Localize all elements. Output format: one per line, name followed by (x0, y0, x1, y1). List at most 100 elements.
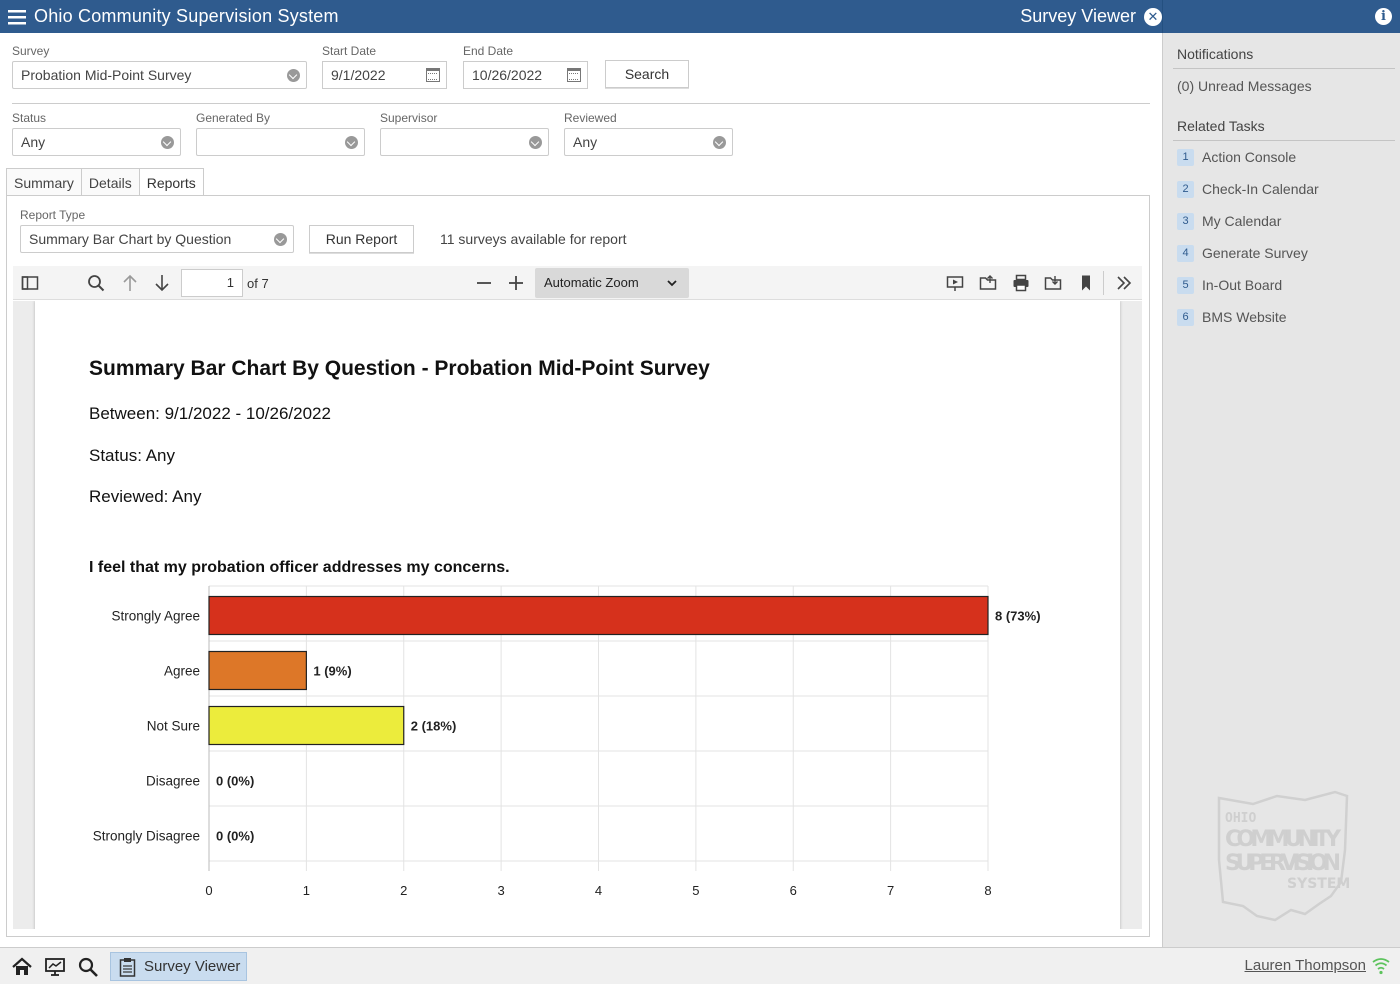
task-label: Action Console (1202, 149, 1297, 165)
x-tick-label: 2 (400, 883, 407, 896)
end-date-value: 10/26/2022 (472, 67, 543, 83)
svg-text:SYSTEM: SYSTEM (1287, 876, 1350, 892)
data-label: 0 (0%) (216, 829, 254, 844)
category-label: Not Sure (147, 719, 200, 734)
pdf-page: Summary Bar Chart By Question - Probatio… (35, 301, 1120, 929)
start-date-value: 9/1/2022 (331, 67, 386, 83)
taskbar-survey-viewer[interactable]: Survey Viewer (110, 952, 247, 981)
download-icon[interactable] (1044, 274, 1062, 292)
user-name-link[interactable]: Lauren Thompson (1245, 957, 1366, 974)
report-type-select[interactable]: Summary Bar Chart by Question (20, 225, 294, 253)
zoom-in-icon[interactable] (507, 274, 525, 292)
home-icon[interactable] (11, 956, 33, 978)
task-number: 6 (1177, 308, 1194, 326)
x-tick-label: 7 (887, 883, 894, 896)
print-icon[interactable] (1012, 274, 1030, 292)
reviewed-label: Reviewed (564, 111, 617, 125)
zoom-select[interactable]: Automatic Zoom (535, 268, 689, 298)
ohio-logo: OHIO COMMUNITY SUPERVISION SYSTEM (1217, 790, 1350, 922)
chevron-down-icon (529, 136, 542, 149)
reviewed-select-value: Any (573, 134, 598, 150)
next-page-icon[interactable] (153, 274, 171, 292)
status-select[interactable]: Any (12, 128, 181, 156)
chevron-down-icon (287, 69, 300, 82)
task-in-out-board[interactable]: 5 In-Out Board (1177, 275, 1282, 295)
generated-by-label: Generated By (196, 111, 271, 125)
task-number: 5 (1177, 276, 1194, 294)
notifications-heading: Notifications (1177, 46, 1254, 62)
data-label: 0 (0%) (216, 774, 254, 789)
zoom-out-icon[interactable] (475, 274, 493, 292)
sidebar-toggle-icon[interactable] (21, 274, 39, 292)
pdf-viewer[interactable]: Summary Bar Chart By Question - Probatio… (13, 301, 1142, 929)
title-bar: Ohio Community Supervision System Survey… (0, 0, 1400, 33)
close-view-icon[interactable]: ✕ (1144, 7, 1162, 26)
task-number: 1 (1177, 148, 1194, 166)
calendar-icon[interactable] (567, 68, 581, 82)
search-button[interactable]: Search (605, 60, 689, 88)
pdf-toolbar: 1 of 7 Automatic Zoom (13, 266, 1142, 300)
connection-signal-icon (1372, 958, 1390, 975)
available-surveys-text: 11 surveys available for report (440, 231, 627, 247)
calendar-icon[interactable] (426, 68, 440, 82)
bar (208, 705, 405, 746)
end-date-input[interactable]: 10/26/2022 (463, 61, 588, 89)
task-label: BMS Website (1202, 309, 1287, 325)
bar-chart: Strongly Agree 8 (73%) Agree 1 (9%) Not Sure… (93, 585, 1041, 896)
task-generate-survey[interactable]: 4 Generate Survey (1177, 243, 1308, 263)
hamburger-menu-icon[interactable] (0, 0, 34, 33)
x-tick-label: 3 (498, 883, 505, 896)
run-report-button[interactable]: Run Report (309, 225, 414, 253)
clipboard-icon (119, 957, 136, 977)
filter-divider (12, 103, 1150, 104)
survey-label: Survey (12, 44, 50, 58)
supervisor-label: Supervisor (380, 111, 438, 125)
task-number: 4 (1177, 244, 1194, 262)
app-title: Ohio Community Supervision System (34, 6, 339, 26)
data-label: 2 (18%) (411, 719, 457, 734)
data-label: 8 (73%) (995, 609, 1041, 624)
supervisor-select[interactable] (380, 128, 549, 156)
open-file-icon[interactable] (979, 274, 997, 292)
monitor-icon[interactable] (44, 956, 66, 978)
view-title-area: Survey Viewer ✕ (1020, 0, 1162, 33)
chevron-down-icon (345, 136, 358, 149)
start-date-label: Start Date (322, 44, 377, 58)
tab-summary[interactable]: Summary (6, 168, 82, 196)
task-label: Check-In Calendar (1202, 181, 1319, 197)
tab-reports[interactable]: Reports (138, 168, 204, 197)
reviewed-select[interactable]: Any (564, 128, 733, 156)
find-icon[interactable] (87, 274, 105, 292)
unread-messages[interactable]: (0) Unread Messages (1177, 78, 1312, 94)
info-icon[interactable]: i (1375, 8, 1392, 25)
generated-by-select[interactable] (196, 128, 365, 156)
presentation-mode-icon[interactable] (946, 274, 964, 292)
task-my-calendar[interactable]: 3 My Calendar (1177, 211, 1281, 231)
survey-select[interactable]: Probation Mid-Point Survey (12, 61, 307, 89)
x-tick-label: 1 (303, 883, 310, 896)
chevron-down-icon (274, 233, 287, 246)
report-type-value: Summary Bar Chart by Question (29, 231, 232, 247)
bookmark-icon[interactable] (1077, 274, 1095, 292)
task-action-console[interactable]: 1 Action Console (1177, 147, 1296, 167)
tab-details[interactable]: Details (80, 168, 140, 196)
page-number-input[interactable]: 1 (181, 269, 243, 297)
task-number: 2 (1177, 180, 1194, 198)
previous-page-icon[interactable] (121, 274, 139, 292)
category-label: Strongly Agree (111, 609, 200, 624)
x-tick-label: 5 (692, 883, 699, 896)
search-icon[interactable] (77, 956, 99, 978)
document-date-range: Between: 9/1/2022 - 10/26/2022 (89, 404, 331, 423)
svg-text:OHIO: OHIO (1225, 811, 1256, 826)
task-check-in-calendar[interactable]: 2 Check-In Calendar (1177, 179, 1319, 199)
tools-menu-icon[interactable] (1115, 274, 1133, 292)
page-count: of 7 (247, 276, 269, 291)
task-bms-website[interactable]: 6 BMS Website (1177, 307, 1287, 327)
svg-text:COMMUNITY: COMMUNITY (1225, 827, 1342, 852)
bar (208, 595, 989, 636)
status-label: Status (12, 111, 47, 125)
category-label: Disagree (146, 774, 200, 789)
start-date-input[interactable]: 9/1/2022 (322, 61, 447, 89)
sidebar-header: i (1162, 0, 1400, 33)
svg-text:SUPERVISION: SUPERVISION (1225, 851, 1341, 876)
